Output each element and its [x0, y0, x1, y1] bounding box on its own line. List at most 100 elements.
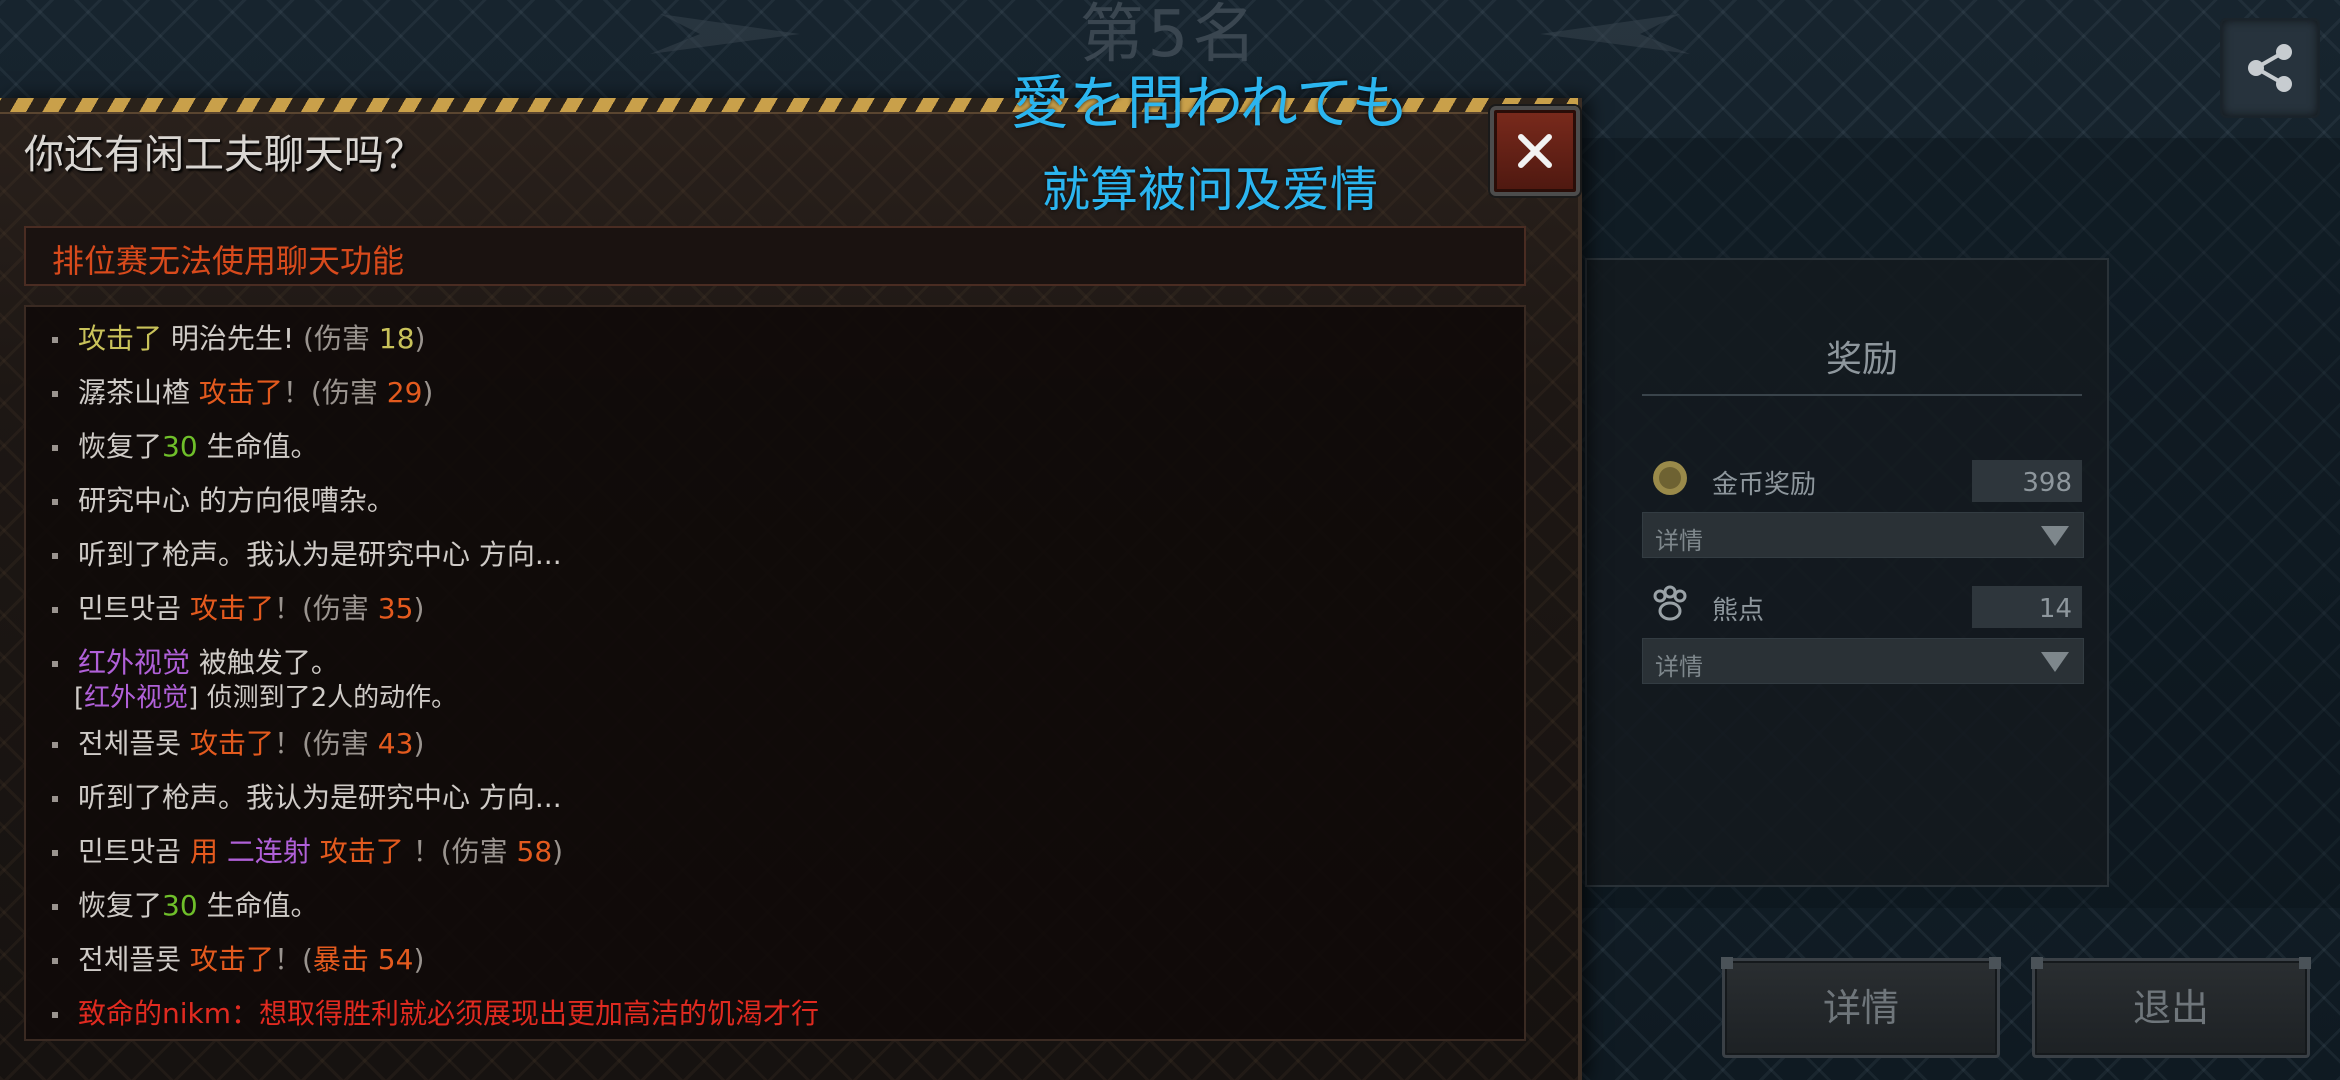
log-segment: 전체플롯 — [78, 943, 190, 976]
log-segment: 被触发了。 — [190, 646, 339, 679]
log-segment: 攻击了 — [78, 322, 163, 355]
bear-detail-label: 详情 — [1655, 653, 1703, 681]
log-segment: ) — [413, 943, 425, 976]
chat-disabled-notice: 排位赛无法使用聊天功能 — [24, 226, 1526, 286]
log-segment: 潺茶山楂 — [78, 376, 199, 409]
log-segment: 30 — [162, 430, 198, 463]
dialog-title: 你还有闲工夫聊天吗？ — [24, 132, 424, 178]
log-segment: 30 — [162, 889, 198, 922]
log-segment: ！( — [273, 943, 313, 976]
log-segment: ！(伤害 — [412, 835, 517, 868]
log-segment: ] 侦测到了2人的动作。 — [188, 683, 458, 713]
log-segment: 민트맛곰 — [78, 592, 190, 625]
log-segment: 听到了枪声。我认为是研究中心 方向... — [78, 781, 562, 814]
log-segment: 生命值。 — [197, 889, 319, 922]
bear-detail-dropdown[interactable]: 详情 — [1642, 638, 2084, 684]
notice-text: 排位赛无法使用聊天功能 — [52, 242, 405, 280]
log-line: 전체플롯 攻击了！(暴击 54) — [52, 938, 424, 978]
bullet-icon — [52, 850, 58, 856]
log-segment: 攻击了 — [198, 376, 283, 409]
log-line: 攻击了 明治先生! (伤害 18) — [52, 317, 425, 357]
share-icon — [2248, 44, 2292, 92]
log-segment: 攻击了 — [189, 727, 274, 760]
bear-paw-icon — [1653, 585, 1687, 621]
log-line: 恢复了30 生命值。 — [52, 425, 319, 465]
log-segment: 攻击了 — [189, 592, 274, 625]
log-segment: (伤害 — [303, 322, 379, 355]
log-segment: 43 — [377, 727, 414, 760]
log-segment: 致命的nikm：想取得胜利就必须展现出更加高洁的饥渴才行 — [78, 997, 820, 1030]
bullet-icon — [52, 607, 58, 613]
log-segment: ) — [414, 322, 426, 355]
reward-title: 奖励 — [1825, 339, 1898, 380]
log-line: 研究中心 的方向很嘈杂。 — [52, 479, 395, 519]
right-wing-emblem-icon — [1540, 14, 1690, 54]
bullet-icon — [52, 1012, 58, 1018]
gold-detail-dropdown[interactable]: 详情 — [1642, 512, 2084, 558]
bullet-icon — [52, 391, 58, 397]
log-line: 전체플롯 攻击了！(伤害 43) — [52, 722, 424, 762]
log-segment: 35 — [377, 592, 414, 625]
log-segment: 暴击 54 — [312, 943, 414, 976]
gold-detail-label: 详情 — [1655, 527, 1703, 555]
bear-points-value-box: 14 — [1952, 586, 2082, 628]
reward-panel: 奖励 金币奖励 398 详情 熊点 14 详情 — [1585, 258, 2109, 887]
log-segment: 听到了枪声。我认为是研究中心 方向... — [78, 538, 562, 571]
log-segment: 18 — [378, 322, 415, 355]
gold-reward-label: 金币奖励 — [1712, 470, 1817, 500]
log-segment: 用 — [189, 835, 227, 868]
log-segment: ) — [422, 376, 434, 409]
log-segment: 恢复了 — [78, 430, 163, 463]
log-line: 민트맛곰 用 二连射 攻击了 ！(伤害 58) — [52, 830, 563, 870]
log-segment: 恢复了 — [78, 889, 163, 922]
combat-log[interactable]: 攻击了 明治先生! (伤害 18) 潺茶山楂 攻击了！(伤害 29) 恢复了30 生… — [24, 305, 1526, 1041]
lyric-japanese: 愛を問われても — [1010, 69, 1410, 137]
bear-points-value: 14 — [2038, 594, 2072, 624]
bullet-icon — [52, 796, 58, 802]
log-segment: 29 — [386, 376, 423, 409]
reward-divider — [1642, 394, 2082, 396]
log-line: 听到了枪声。我认为是研究中心 方向... — [52, 533, 562, 573]
bullet-icon — [52, 958, 58, 964]
chevron-down-icon — [2041, 652, 2069, 672]
bullet-icon — [52, 499, 58, 505]
log-segment: 明治先生! — [162, 322, 304, 355]
log-subline: [红外视觉] 侦测到了2人的动作。 — [74, 677, 457, 714]
bullet-icon — [52, 337, 58, 343]
details-button[interactable]: 详情 — [1721, 957, 2001, 1058]
log-line: 致命的nikm：想取得胜利就必须展现出更加高洁的饥渴才行 — [52, 992, 819, 1032]
log-segment: [ — [74, 683, 85, 713]
log-line: 听到了枪声。我认为是研究中心 方向... — [52, 776, 562, 816]
lyric-chinese: 就算被问及爱情 — [1041, 162, 1378, 218]
chevron-down-icon — [2041, 526, 2069, 546]
bullet-icon — [52, 904, 58, 910]
log-segment: 攻击了 — [310, 835, 413, 868]
log-segment: 生命值。 — [197, 430, 319, 463]
gold-reward-value: 398 — [2022, 468, 2072, 498]
bullet-icon — [52, 661, 58, 667]
log-line: 潺茶山楂 攻击了！(伤害 29) — [52, 371, 433, 411]
log-segment: ) — [413, 592, 425, 625]
log-segment: 红外视觉 — [78, 646, 191, 679]
bear-points-label: 熊点 — [1712, 596, 1765, 626]
log-segment: ) — [413, 727, 425, 760]
coin-icon — [1653, 461, 1687, 495]
log-line: 红外视觉 被触发了。 — [52, 641, 339, 681]
exit-button[interactable]: 退出 — [2031, 957, 2311, 1058]
bear-points-row: 熊点 14 — [1642, 582, 2082, 630]
left-wing-emblem-icon — [650, 14, 800, 54]
log-segment: ) — [552, 835, 564, 868]
log-segment: 红外视觉 — [84, 683, 189, 713]
log-segment: ！(伤害 — [273, 727, 378, 760]
bullet-icon — [52, 445, 58, 451]
log-segment: 二连射 — [226, 835, 311, 868]
log-segment: 攻击了 — [189, 943, 274, 976]
close-icon — [1518, 134, 1552, 168]
log-segment: 58 — [516, 835, 553, 868]
log-segment: ！(伤害 — [273, 592, 378, 625]
share-button[interactable] — [2220, 18, 2320, 118]
gold-reward-row: 金币奖励 398 — [1642, 456, 2082, 504]
log-segment: 민트맛곰 — [78, 835, 190, 868]
bullet-icon — [52, 742, 58, 748]
bullet-icon — [52, 553, 58, 559]
